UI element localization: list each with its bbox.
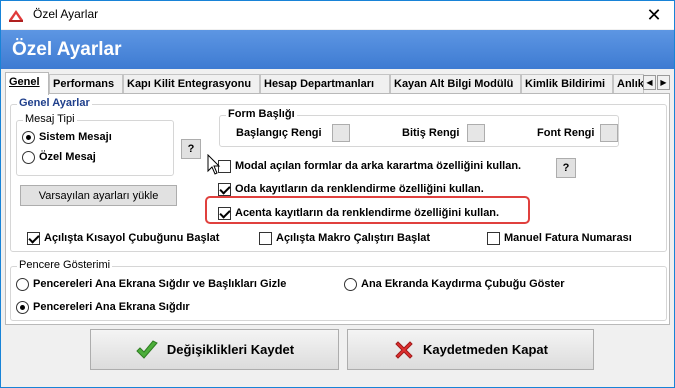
tab-anlik[interactable]: Anlık bbox=[613, 74, 644, 94]
title-bar: Özel Ayarlar ✕ bbox=[1, 1, 674, 29]
sistem-mesaji-label: Sistem Mesajı bbox=[39, 131, 112, 143]
window-title: Özel Ayarlar bbox=[33, 7, 99, 21]
close-icon: ✕ bbox=[646, 4, 662, 25]
oda-color-label: Oda kayıtların da renklendirme özelliğin… bbox=[235, 183, 484, 195]
makro-checkbox[interactable] bbox=[259, 232, 272, 245]
tab-scroll-right-button[interactable]: ▶ bbox=[657, 75, 670, 90]
end-color-swatch[interactable] bbox=[467, 124, 485, 142]
dialog-window: Özel Ayarlar ✕ Özel Ayarlar Genel Perfor… bbox=[0, 0, 675, 388]
ozel-mesaj-radio[interactable] bbox=[22, 151, 35, 164]
font-color-swatch[interactable] bbox=[600, 124, 618, 142]
chevron-left-icon: ◀ bbox=[646, 78, 653, 87]
sigdir-radio[interactable] bbox=[16, 301, 29, 314]
kaydirma-radio[interactable] bbox=[344, 278, 357, 291]
modal-help-button[interactable]: ? bbox=[556, 158, 576, 178]
tab-hesap-departmanlari[interactable]: Hesap Departmanları bbox=[260, 74, 390, 94]
tab-kapi-kilit[interactable]: Kapı Kilit Entegrasyonu bbox=[123, 74, 260, 94]
close-button[interactable]: ✕ bbox=[634, 1, 674, 29]
sigdir-label: Pencereleri Ana Ekrana Sığdır bbox=[33, 301, 190, 313]
sigdir-gizle-radio[interactable] bbox=[16, 278, 29, 291]
tab-scroll-left-button[interactable]: ◀ bbox=[643, 75, 656, 90]
checkmark-icon bbox=[136, 339, 158, 359]
tab-kayan-alt-bilgi[interactable]: Kayan Alt Bilgi Modülü bbox=[390, 74, 521, 94]
genel-ayarlar-group: Genel Ayarlar Mesaj Tipi Sistem Mesajı Ö… bbox=[10, 97, 667, 252]
kaydirma-label: Ana Ekranda Kaydırma Çubuğu Göster bbox=[361, 278, 565, 290]
mesaj-tipi-help-button[interactable]: ? bbox=[181, 139, 201, 159]
manuel-fatura-checkbox[interactable] bbox=[487, 232, 500, 245]
close-without-save-label: Kaydetmeden Kapat bbox=[423, 342, 548, 357]
genel-ayarlar-label: Genel Ayarlar bbox=[17, 97, 92, 109]
highlight-annotation bbox=[205, 196, 530, 224]
save-changes-label: Değişiklikleri Kaydet bbox=[166, 342, 295, 357]
pencere-gosterimi-label: Pencere Gösterimi bbox=[17, 259, 113, 271]
makro-label: Açılışta Makro Çalıştırı Başlat bbox=[276, 232, 431, 244]
mesaj-tipi-group: Mesaj Tipi Sistem Mesajı Özel Mesaj bbox=[16, 113, 174, 176]
kisayol-label: Açılışta Kısayol Çubuğunu Başlat bbox=[44, 232, 220, 244]
start-color-label: Başlangıç Rengi bbox=[236, 127, 322, 139]
ozel-mesaj-label: Özel Mesaj bbox=[39, 151, 96, 163]
sigdir-gizle-label: Pencereleri Ana Ekrana Sığdır ve Başlıkl… bbox=[33, 278, 287, 290]
cross-icon bbox=[395, 340, 413, 359]
close-without-save-button[interactable]: Kaydetmeden Kapat bbox=[347, 329, 594, 370]
page-title: Özel Ayarlar bbox=[12, 39, 122, 60]
start-color-swatch[interactable] bbox=[332, 124, 350, 142]
pencere-gosterimi-group: Pencere Gösterimi Pencereleri Ana Ekrana… bbox=[10, 259, 667, 321]
app-logo-icon bbox=[9, 10, 23, 22]
tab-strip: Genel Performans Kapı Kilit Entegrasyonu… bbox=[5, 72, 670, 95]
mouse-cursor-icon bbox=[207, 154, 221, 175]
form-basligi-label: Form Başlığı bbox=[226, 108, 297, 120]
manuel-fatura-label: Manuel Fatura Numarası bbox=[504, 232, 632, 244]
chevron-right-icon: ▶ bbox=[660, 78, 667, 87]
form-basligi-group: Form Başlığı Başlangıç Rengi Bitiş Rengi… bbox=[219, 108, 619, 147]
end-color-label: Bitiş Rengi bbox=[402, 127, 460, 139]
mesaj-tipi-label: Mesaj Tipi bbox=[23, 113, 77, 125]
kisayol-checkbox[interactable] bbox=[27, 232, 40, 245]
modal-dim-label: Modal açılan formlar da arka karartma öz… bbox=[235, 160, 522, 172]
save-changes-button[interactable]: Değişiklikleri Kaydet bbox=[90, 329, 339, 370]
header-band: Özel Ayarlar bbox=[1, 30, 674, 69]
font-color-label: Font Rengi bbox=[537, 127, 595, 139]
tab-performans[interactable]: Performans bbox=[49, 74, 123, 94]
load-defaults-button[interactable]: Varsayılan ayarları yükle bbox=[20, 185, 177, 206]
sistem-mesaji-radio[interactable] bbox=[22, 131, 35, 144]
tab-genel[interactable]: Genel bbox=[5, 72, 49, 95]
tab-kimlik-bildirimi[interactable]: Kimlik Bildirimi bbox=[521, 74, 613, 94]
oda-color-checkbox[interactable] bbox=[218, 183, 231, 196]
